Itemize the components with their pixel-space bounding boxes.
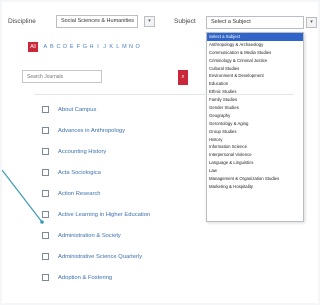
subject-dropdown-list: Select a Subject Anthropology & Archaeol… (206, 32, 304, 222)
divider (34, 94, 294, 95)
journal-link[interactable]: Adoption & Fostering (58, 275, 112, 281)
journal-checkbox[interactable] (42, 106, 49, 113)
list-item[interactable]: Administrative Science Quarterly (42, 253, 142, 260)
alphabet-letter[interactable]: M (121, 44, 128, 50)
journal-checkbox[interactable] (42, 274, 49, 281)
journal-browser-panel: Discipline Social Sciences & Humanities … (2, 2, 318, 303)
journal-link[interactable]: Action Research (58, 191, 101, 197)
subject-option[interactable]: Information Science (207, 143, 303, 151)
search-button[interactable]: ⌕ (178, 70, 188, 85)
discipline-select[interactable]: Social Sciences & Humanities (56, 15, 138, 28)
alphabet-letter[interactable]: B (49, 44, 56, 50)
journal-checkbox[interactable] (42, 253, 49, 260)
subject-option[interactable]: Gerontology & Aging (207, 120, 303, 128)
discipline-label: Discipline (8, 18, 36, 25)
subject-option[interactable]: Environment & Development (207, 72, 303, 80)
subject-option[interactable]: Group Studies (207, 128, 303, 136)
journal-checkbox[interactable] (42, 232, 49, 239)
journal-link[interactable]: Advances in Anthropology (58, 128, 125, 134)
subject-option[interactable]: Cultural Studies (207, 65, 303, 73)
alphabet-letter[interactable]: I (95, 44, 102, 50)
subject-option[interactable]: Communication & Media Studies (207, 49, 303, 57)
journal-checkbox[interactable] (42, 148, 49, 155)
journal-search-input[interactable] (22, 70, 102, 83)
alphabet-letter[interactable]: E (68, 44, 75, 50)
subject-label: Subject (174, 18, 196, 25)
subject-option[interactable]: Management & Organization Studies (207, 175, 303, 183)
alphabet-letter[interactable]: D (62, 44, 69, 50)
alphabet-letter[interactable]: A (42, 44, 49, 50)
subject-option[interactable]: Criminology & Criminal Justice (207, 57, 303, 65)
subject-option[interactable]: Law (207, 167, 303, 175)
alphabet-letter[interactable]: H (88, 44, 95, 50)
subject-option[interactable]: Geography (207, 112, 303, 120)
alphabet-letter[interactable]: C (55, 44, 62, 50)
alphabet-letter[interactable]: N (128, 44, 135, 50)
subject-option[interactable]: Family Studies (207, 96, 303, 104)
list-item[interactable]: About Campus (42, 106, 96, 113)
search-icon: ⌕ (181, 74, 185, 80)
list-item[interactable]: Adoption & Fostering (42, 274, 112, 281)
journal-link[interactable]: Acta Sociologica (58, 170, 101, 176)
alphabet-filter: All A B C D E F G H I J K L M N O (28, 42, 141, 52)
subject-option[interactable]: Marketing & Hospitality (207, 183, 303, 191)
subject-option[interactable]: Language & Linguistics (207, 159, 303, 167)
callout-pointer-icon (2, 169, 44, 224)
alphabet-letter[interactable]: O (134, 44, 141, 50)
journal-link[interactable]: Accounting History (58, 149, 106, 155)
list-item[interactable]: Accounting History (42, 148, 106, 155)
subject-option[interactable]: Gender Studies (207, 104, 303, 112)
list-item[interactable]: Active Learning in Higher Education (42, 211, 150, 218)
subject-select[interactable]: Select a Subject (206, 16, 304, 29)
list-item[interactable]: Administration & Society (42, 232, 121, 239)
subject-option[interactable]: Anthropology & Archaeology (207, 41, 303, 49)
journal-link[interactable]: Active Learning in Higher Education (58, 212, 150, 218)
subject-option[interactable]: Interpersonal Violence (207, 151, 303, 159)
subject-option[interactable]: Education (207, 80, 303, 88)
alphabet-letter[interactable]: K (108, 44, 115, 50)
alphabet-letter[interactable]: G (82, 44, 89, 50)
alphabet-all-button[interactable]: All (28, 42, 38, 52)
subject-option[interactable]: Select a Subject (207, 33, 303, 41)
discipline-dropdown-arrow-icon[interactable]: ▾ (144, 16, 155, 27)
alphabet-letter[interactable]: L (115, 44, 122, 50)
subject-dropdown-arrow-icon[interactable]: ▾ (306, 17, 317, 28)
alphabet-letter[interactable]: J (101, 44, 108, 50)
alphabet-letter[interactable]: F (75, 44, 82, 50)
journal-link[interactable]: About Campus (58, 107, 96, 113)
journal-checkbox[interactable] (42, 127, 49, 134)
list-item[interactable]: Advances in Anthropology (42, 127, 125, 134)
subject-option[interactable]: History (207, 136, 303, 144)
journal-link[interactable]: Administrative Science Quarterly (58, 254, 142, 260)
journal-link[interactable]: Administration & Society (58, 233, 121, 239)
